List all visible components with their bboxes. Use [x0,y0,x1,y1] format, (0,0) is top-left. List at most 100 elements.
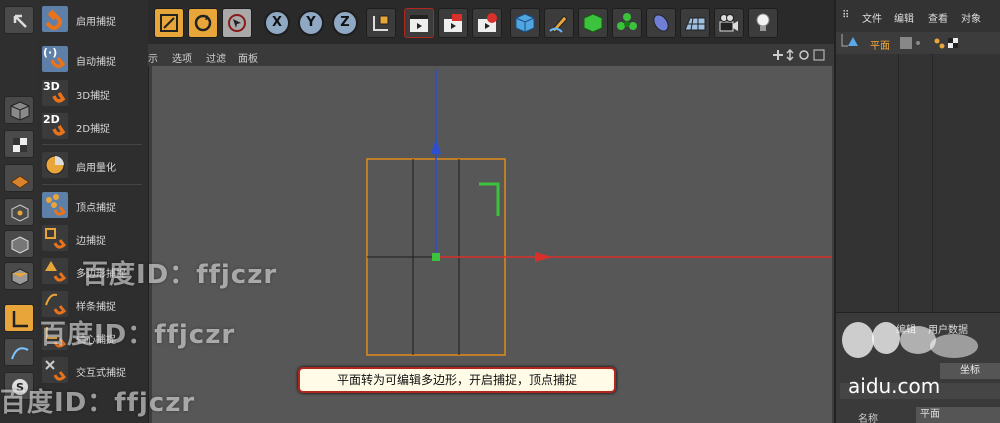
coordinate-system-button[interactable] [366,8,396,38]
model-mode-button[interactable] [4,96,34,124]
camera-icon [719,14,738,32]
menu-item-tag: (·) [43,46,58,59]
viewport-nav-icons[interactable] [770,48,830,62]
recent-tool-button[interactable] [222,8,252,38]
axis-icon [12,311,28,328]
blue-cube-icon [515,13,535,33]
menu-item-tag: 3D [43,80,60,93]
arrow-icon [13,14,27,28]
lightbulb-icon [756,13,770,31]
om-menu-edit[interactable]: 编辑 [894,10,914,25]
coordinate-system-icon [373,15,389,31]
menu-item-edge-snap[interactable]: 边捕捉 [38,223,148,253]
om-menu-file[interactable]: 文件 [862,10,882,25]
om-menu-object[interactable]: 对象 [961,10,981,25]
add-cube-button[interactable] [510,8,540,38]
scale-icon [160,14,178,32]
axis-mode-button[interactable] [4,304,34,332]
menu-item-enable-snap[interactable]: 启用捕捉 [38,4,148,34]
viewport-menu-options[interactable]: 选项 [172,50,192,65]
add-camera-button[interactable] [714,8,744,38]
undo-button[interactable] [4,6,34,34]
auto-snap-icon: (·) [42,46,68,72]
menu-item-label: 2D捕捉 [76,124,111,135]
points-mode-button[interactable] [4,198,34,226]
clapperboard-icon [410,15,428,32]
x-axis-arrowhead[interactable] [535,252,552,262]
menu-item-label: 启用量化 [76,163,116,174]
curve-icon [11,347,29,360]
polygon-snap-icon [42,258,68,284]
menu-item-2d-snap[interactable]: 2D 2D捕捉 [38,111,148,141]
main-toolbar: X Y Z [148,0,834,44]
menu-item-label: 交互式捕捉 [76,368,126,379]
magnet-3d-icon: 3D [42,80,68,106]
baidu-paw-icon [842,322,978,358]
tag-icons[interactable] [932,35,972,51]
quantize-icon [42,152,68,178]
viewport-menu-filter[interactable]: 过滤 [206,50,226,65]
menu-item-vertex-snap[interactable]: 顶点捕捉 [38,190,148,220]
y-axis-arrowhead[interactable] [431,138,441,154]
baidu-brand-text: aidu.com [848,374,941,398]
tweak-mode-button[interactable] [4,338,34,366]
y-axis-lock-button[interactable]: Y [298,10,324,36]
edges-mode-button[interactable] [4,230,34,258]
pen-icon [549,15,568,33]
render-view-button[interactable] [404,8,434,38]
grip-icon: ⠿ [842,10,850,21]
baidu-logo-watermark: aidu.com [834,318,1000,398]
scale-tool-button[interactable] [154,8,184,38]
render-settings-button[interactable] [472,8,502,38]
menu-item-label: 边捕捉 [76,236,106,247]
workplane-button[interactable] [4,164,34,192]
viewport-menu-display[interactable]: 示 [148,50,158,65]
menu-item-label: 样条捕捉 [76,302,116,313]
z-axis-lock-button[interactable]: Z [332,10,358,36]
rotate-tool-button[interactable] [188,8,218,38]
x-axis-lock-button[interactable]: X [264,10,290,36]
menu-item-label: 自动捕捉 [76,57,116,68]
menu-item-label: 启用捕捉 [76,17,116,28]
texture-mode-button[interactable] [4,130,34,158]
cinema4d-window: S 启用捕捉 (·) 自动捕捉 3D 3D捕捉 2D 2D捕捉 启用量化 顶点捕… [0,0,1000,423]
cube-icon [10,101,30,121]
deformer-icon [653,14,669,32]
menu-item-3d-snap[interactable]: 3D 3D捕捉 [38,78,148,108]
menu-divider [42,184,142,185]
rotate-icon [194,14,212,32]
polygon-cube-icon [11,268,29,286]
object-manager-menu: ⠿ 文件 编辑 查看 对象 [836,10,1000,28]
viewport-menu-bar: 示 选项 过滤 面板 [148,44,834,66]
clapperboard-render-icon [444,14,462,32]
add-deformer-button[interactable] [646,8,676,38]
add-spline-button[interactable] [544,8,574,38]
viewport-menu-panel[interactable]: 面板 [238,50,258,65]
menu-item-tag: 2D [43,113,60,126]
name-field[interactable]: 平面 [916,407,1000,423]
cloner-icon [617,13,637,30]
left-mode-toolbar: S [0,0,38,423]
render-to-picture-viewer-button[interactable] [438,8,468,38]
instruction-callout: 平面转为可编辑多边形，开启捕捉，顶点捕捉 [298,367,616,393]
visibility-dots-icon[interactable] [898,35,928,51]
magnet-2d-icon: 2D [42,113,68,139]
add-floor-button[interactable] [680,8,710,38]
object-name[interactable]: 平面 [870,37,890,52]
polygons-mode-button[interactable] [4,262,34,290]
polygon-object-icon [841,34,858,47]
add-generator-button[interactable] [578,8,608,38]
username-watermark: 百度ID：ffjczr [82,260,278,290]
menu-item-label: 顶点捕捉 [76,203,116,214]
menu-item-interactive-snap[interactable]: 交互式捕捉 [38,355,148,385]
menu-item-quantize[interactable]: 启用量化 [38,150,148,180]
om-menu-view[interactable]: 查看 [928,10,948,25]
menu-item-auto-snap[interactable]: (·) 自动捕捉 [38,44,148,74]
object-row-plane[interactable]: 平面 [836,32,1000,54]
add-light-button[interactable] [748,8,778,38]
snap-guide-corner [479,182,500,216]
add-array-button[interactable] [612,8,642,38]
snap-menu: 启用捕捉 (·) 自动捕捉 3D 3D捕捉 2D 2D捕捉 启用量化 顶点捕捉 … [38,0,149,423]
menu-divider [42,144,142,145]
name-field-label: 名称 [858,414,878,423]
